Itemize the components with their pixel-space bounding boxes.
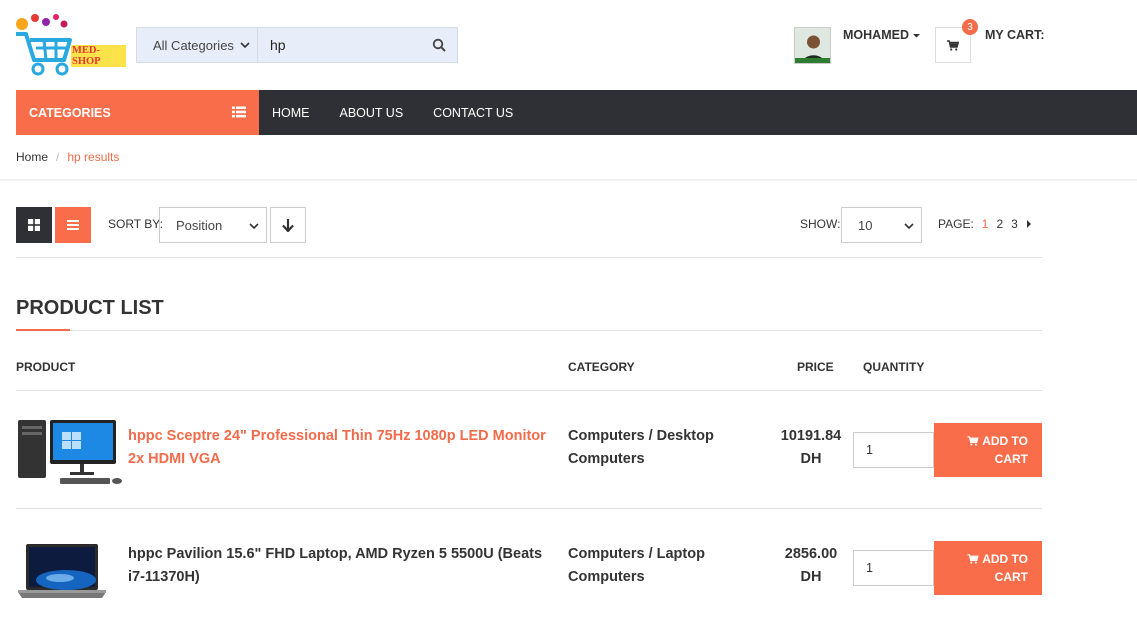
nav-link-about-us[interactable]: ABOUT US [340,106,404,120]
chevron-down-icon [249,223,259,230]
title-accent-bar [16,329,70,331]
arrow-down-icon [282,218,294,232]
user-avatar-icon [795,28,830,63]
desktop-computer-image-icon [18,420,122,484]
page-link-3[interactable]: 3 [1011,217,1018,231]
nav-links: HOME ABOUT US CONTACT US [272,90,513,135]
product-price: 10191.84 DH [776,425,846,471]
page-label: PAGE: [938,217,974,231]
list-menu-icon [232,106,246,118]
user-name: MOHAMED [843,28,909,42]
nav-link-contact-us[interactable]: CONTACT US [433,106,513,120]
breadcrumb-current: hp results [67,150,120,164]
product-price: 2856.00 DH [776,543,846,589]
product-category-line: Computers [568,451,645,467]
add-to-cart-label: ADD TO [982,552,1028,566]
chevron-down-icon [240,42,250,49]
list-toolbar: SORT BY: Position SHOW: 10 PAGE: 1 2 3 [16,207,1042,243]
product-category: Computers / Desktop Computers [568,425,748,471]
logo-text: MED-SHOP [71,45,126,67]
sort-select-value: Position [176,217,223,233]
column-header-category: CATEGORY [568,360,635,374]
column-header-price: PRICE [797,360,834,374]
table-row: hppc Sceptre 24" Professional Thin 75Hz … [16,410,1042,510]
add-to-cart-label: CART [994,452,1028,466]
product-category: Computers / Laptop Computers [568,543,748,589]
product-name-line: hppc Pavilion 15.6" FHD Laptop, AMD Ryze… [128,546,543,562]
add-to-cart-label: ADD TO [982,434,1028,448]
divider [16,390,1042,391]
sort-select[interactable]: Position [159,207,267,243]
grid-view-button[interactable] [16,207,52,243]
divider [0,179,1137,181]
avatar[interactable] [794,27,831,64]
add-to-cart-button[interactable]: ADD TO CART [934,541,1042,595]
price-currency: DH [800,451,822,467]
product-name-line: hppc Sceptre 24" Professional Thin 75Hz … [128,428,546,444]
product-list-title: PRODUCT LIST [16,297,164,319]
pagination: PAGE: 1 2 3 [938,217,1032,231]
page-link-2[interactable]: 2 [996,217,1003,231]
categories-label: CATEGORIES [29,105,111,120]
search-bar: All Categories hp [136,27,458,63]
column-header-product: PRODUCT [16,360,76,374]
divider [16,508,1042,509]
next-page-icon[interactable] [1026,220,1032,228]
search-button[interactable] [421,28,457,62]
breadcrumb-home[interactable]: Home [16,150,48,164]
product-category-line: Computers / Laptop [568,546,705,562]
divider [16,330,1042,331]
price-value: 2856.00 [784,546,838,562]
search-icon [432,38,446,52]
product-name-line: i7-11370H) [128,569,200,585]
show-label: SHOW: [800,217,841,231]
breadcrumb: Home / hp results [16,150,119,164]
cart-count-badge: 3 [962,19,978,35]
shopping-cart-icon [967,554,979,564]
shopping-cart-icon [967,436,979,446]
category-select[interactable]: All Categories [137,28,258,62]
main-nav: CATEGORIES HOME ABOUT US CONTACT US [16,90,1137,135]
table-row: hppc Pavilion 15.6" FHD Laptop, AMD Ryze… [16,528,1042,628]
show-count-value: 10 [858,217,873,233]
caret-down-icon [912,33,920,37]
product-name-link[interactable]: hppc Pavilion 15.6" FHD Laptop, AMD Ryze… [128,543,568,589]
show-count-select[interactable]: 10 [841,207,922,243]
nav-link-home[interactable]: HOME [272,106,310,120]
price-currency: DH [800,569,822,585]
quantity-input[interactable]: 1 [853,432,934,468]
product-image[interactable] [16,540,126,610]
product-name-line: 2x HDMI VGA [128,451,221,467]
sort-direction-button[interactable] [270,207,306,243]
logo[interactable]: MED-SHOP [16,14,126,76]
grid-icon [28,219,40,231]
quantity-input[interactable]: 1 [853,550,934,586]
my-cart-label[interactable]: MY CART: [985,28,1045,42]
sort-by-label: SORT BY: [108,217,163,231]
shopping-cart-icon [947,39,959,51]
user-menu[interactable]: MOHAMED [843,28,921,42]
category-select-value: All Categories [153,37,234,53]
divider [16,257,1042,258]
breadcrumb-separator: / [56,150,60,164]
page-link-1[interactable]: 1 [982,217,989,231]
product-category-line: Computers [568,569,645,585]
laptop-image-icon [18,544,106,598]
add-to-cart-button[interactable]: ADD TO CART [934,423,1042,477]
column-header-quantity: QUANTITY [863,360,925,374]
list-view-button[interactable] [55,207,91,243]
product-name-link[interactable]: hppc Sceptre 24" Professional Thin 75Hz … [128,425,568,471]
search-input[interactable]: hp [258,28,421,62]
categories-menu[interactable]: CATEGORIES [16,90,259,135]
add-to-cart-label: CART [994,570,1028,584]
list-icon [67,220,79,230]
header: MED-SHOP All Categories hp MOHAMED 3 MY … [0,0,1137,90]
price-value: 10191.84 [780,428,842,444]
chevron-down-icon [904,223,914,230]
product-category-line: Computers / Desktop [568,428,714,444]
product-image[interactable] [16,416,126,486]
